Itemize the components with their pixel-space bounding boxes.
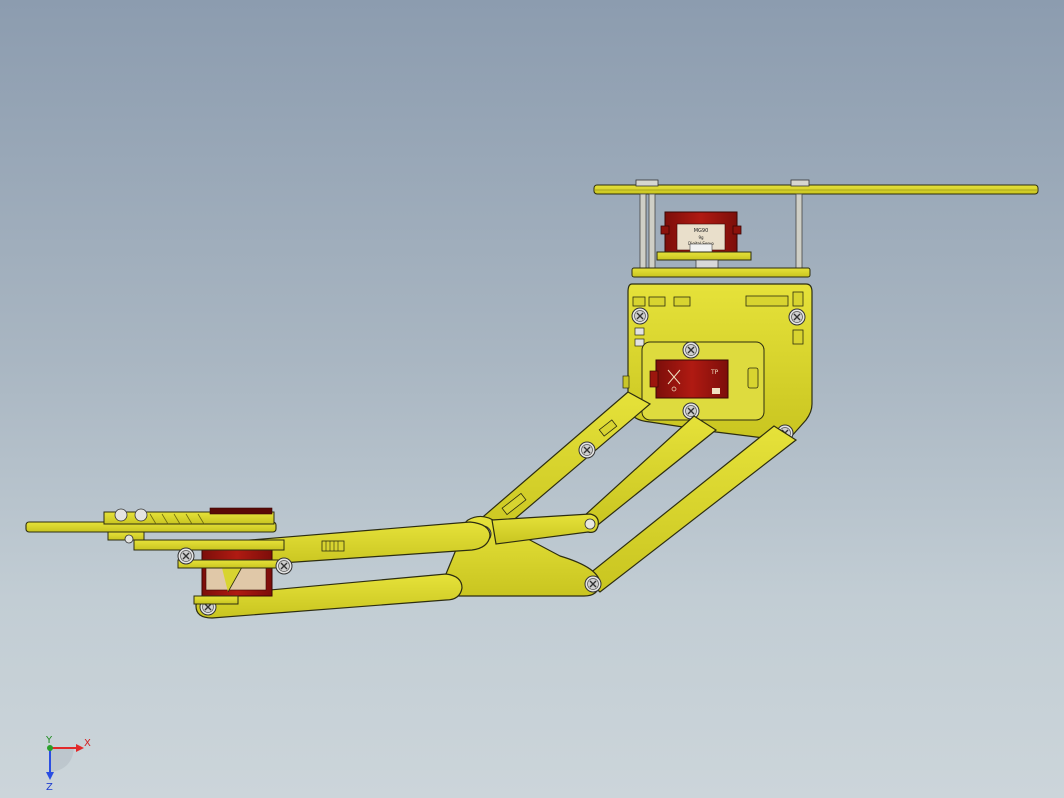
- x-axis-label: X: [84, 738, 91, 749]
- triad-shadow: [50, 748, 74, 772]
- top-servo[interactable]: MG90 9g Digital Servo: [660, 211, 742, 253]
- top-plate[interactable]: [593, 184, 1039, 195]
- cad-model-canvas[interactable]: MG90 9g Digital Servo TP X Y Z: [0, 0, 1064, 798]
- standoff-left: [639, 193, 647, 271]
- top-servo-label-1: MG90: [694, 228, 709, 234]
- elbow-short-link[interactable]: [491, 513, 599, 545]
- coordinate-triad[interactable]: X Y Z: [45, 735, 91, 793]
- standoff-right: [795, 193, 803, 271]
- top-plate-assembly[interactable]: MG90 9g Digital Servo: [593, 179, 1039, 278]
- cad-viewport[interactable]: MG90 9g Digital Servo TP X Y Z: [0, 0, 1064, 798]
- middle-plate[interactable]: [631, 267, 811, 278]
- base-bracket[interactable]: TP: [622, 283, 813, 442]
- base-servo-label: TP: [710, 369, 719, 376]
- y-axis-label: Y: [45, 735, 53, 746]
- z-axis-label: Z: [46, 782, 53, 793]
- top-servo-label-2: 9g: [698, 235, 704, 240]
- gripper-plate[interactable]: [25, 507, 277, 544]
- base-servo[interactable]: TP: [649, 359, 729, 399]
